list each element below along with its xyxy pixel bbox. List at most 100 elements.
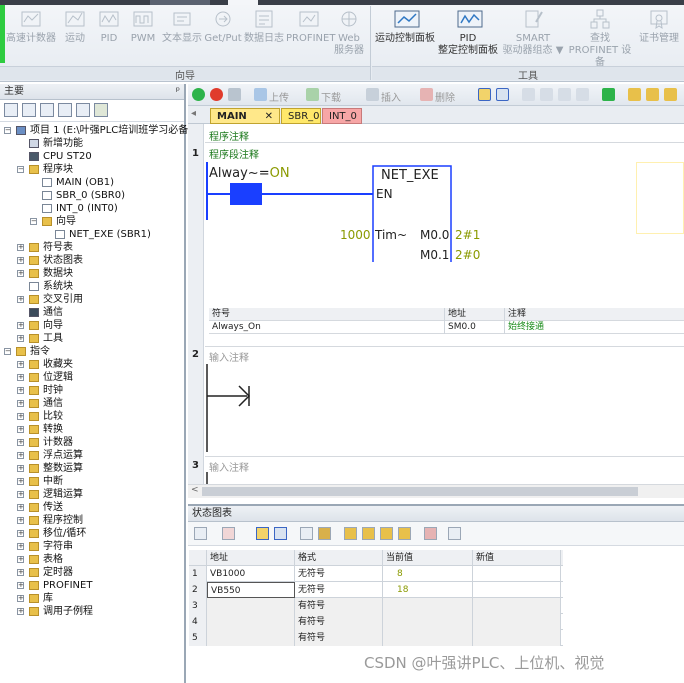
- network-1-comment[interactable]: 程序段注释: [209, 146, 259, 161]
- table-cell[interactable]: 4: [189, 614, 207, 630]
- key-icon[interactable]: [664, 88, 677, 101]
- expand-icon[interactable]: +: [17, 595, 24, 602]
- expand-icon[interactable]: +: [17, 257, 24, 264]
- upload-icon[interactable]: [254, 88, 267, 101]
- page-icon[interactable]: [58, 103, 72, 117]
- chart-monitor-icon[interactable]: [256, 527, 269, 540]
- table-cell[interactable]: 无符号: [295, 566, 383, 582]
- table-cell[interactable]: [473, 630, 561, 646]
- chart-pause-icon[interactable]: [274, 527, 287, 540]
- tree-item[interactable]: + 库: [0, 592, 184, 605]
- force-icon[interactable]: [344, 527, 357, 540]
- tree-item[interactable]: − 程序块: [0, 163, 184, 176]
- expand-icon[interactable]: +: [17, 413, 24, 420]
- read-forced-icon[interactable]: [398, 527, 411, 540]
- tree-item[interactable]: + 浮点运算: [0, 449, 184, 462]
- tree-item[interactable]: + 工具: [0, 332, 184, 345]
- tree-item[interactable]: MAIN (OB1): [0, 176, 184, 189]
- scroll-thumb[interactable]: [202, 487, 638, 496]
- pid-tuning-button[interactable]: PID 整定控制面板: [436, 8, 500, 57]
- tab-int0[interactable]: INT_0: [322, 108, 362, 124]
- tree-item[interactable]: + 字符串: [0, 540, 184, 553]
- tree-item[interactable]: + 时钟: [0, 384, 184, 397]
- table-cell[interactable]: 无符号: [295, 582, 383, 598]
- upload-label[interactable]: 上传: [269, 89, 289, 104]
- table-cell[interactable]: [207, 614, 295, 630]
- status-table-row[interactable]: 1 VB1000 无符号 8: [189, 566, 563, 582]
- table-cell[interactable]: 有符号: [295, 598, 383, 614]
- download-icon[interactable]: [306, 88, 319, 101]
- list-icon[interactable]: [22, 103, 36, 117]
- expand-icon[interactable]: +: [17, 517, 24, 524]
- tab-sbr0[interactable]: SBR_0: [281, 108, 321, 124]
- expand-icon[interactable]: +: [17, 569, 24, 576]
- tree-item[interactable]: − 指令: [0, 345, 184, 358]
- block-title[interactable]: NET_EXE: [381, 168, 439, 183]
- expand-icon[interactable]: +: [17, 556, 24, 563]
- tree-item[interactable]: + 比较: [0, 410, 184, 423]
- cpu-icon[interactable]: [94, 103, 108, 117]
- expand-icon[interactable]: +: [17, 543, 24, 550]
- high-speed-counter-button[interactable]: 高速计数器: [4, 8, 58, 45]
- expand-icon[interactable]: +: [17, 361, 24, 368]
- tool-icon-3[interactable]: [558, 88, 571, 101]
- motion-button[interactable]: 运动: [60, 8, 90, 45]
- tree-item[interactable]: + 向导: [0, 319, 184, 332]
- lock-icon[interactable]: [628, 88, 641, 101]
- tree-item[interactable]: − 项目 1 (E:\叶强PLC培训班学习必备资: [0, 124, 198, 137]
- table-cell[interactable]: 有符号: [295, 614, 383, 630]
- unforce-all-icon[interactable]: [380, 527, 393, 540]
- run-icon[interactable]: [192, 88, 205, 101]
- tree-item[interactable]: 通信: [0, 306, 184, 319]
- expand-icon[interactable]: +: [17, 270, 24, 277]
- expand-icon[interactable]: +: [17, 465, 24, 472]
- expand-icon[interactable]: +: [17, 296, 24, 303]
- table-cell[interactable]: 3: [189, 598, 207, 614]
- collapse-icon[interactable]: −: [30, 218, 37, 225]
- expand-icon[interactable]: +: [17, 400, 24, 407]
- expand-icon[interactable]: +: [17, 244, 24, 251]
- table-cell[interactable]: [473, 566, 561, 582]
- expand-icon[interactable]: +: [17, 478, 24, 485]
- status-table-row[interactable]: 4 有符号: [189, 614, 563, 630]
- unforce-icon[interactable]: [362, 527, 375, 540]
- add-row-icon[interactable]: [194, 527, 207, 540]
- tree-item[interactable]: + 位逻辑: [0, 371, 184, 384]
- tree-item[interactable]: + 程序控制: [0, 514, 184, 527]
- expand-icon[interactable]: +: [17, 608, 24, 615]
- tree-item[interactable]: + 转换: [0, 423, 184, 436]
- tool-icon-4[interactable]: [576, 88, 589, 101]
- table-cell[interactable]: [383, 614, 473, 630]
- table-cell[interactable]: 1: [189, 566, 207, 582]
- tree-item[interactable]: + PROFINET: [0, 579, 184, 592]
- tree-item[interactable]: + 中断: [0, 475, 184, 488]
- table-cell[interactable]: VB550: [207, 582, 295, 598]
- download-label[interactable]: 下载: [321, 89, 341, 104]
- expand-icon[interactable]: +: [17, 439, 24, 446]
- tree-item[interactable]: + 状态图表: [0, 254, 184, 267]
- table-cell[interactable]: 18: [383, 582, 473, 598]
- write-icon[interactable]: [318, 527, 331, 540]
- expand-icon[interactable]: +: [17, 335, 24, 342]
- table-cell[interactable]: [473, 614, 561, 630]
- tree-item[interactable]: + 定时器: [0, 566, 184, 579]
- tree-item[interactable]: + 逻辑运算: [0, 488, 184, 501]
- unlock-icon[interactable]: [646, 88, 659, 101]
- tree-item[interactable]: + 表格: [0, 553, 184, 566]
- getput-button[interactable]: Get/Put: [204, 8, 242, 45]
- details-icon[interactable]: [40, 103, 54, 117]
- options-icon[interactable]: [448, 527, 461, 540]
- editor-horizontal-scrollbar[interactable]: <: [188, 484, 684, 498]
- collapse-icon[interactable]: −: [4, 127, 11, 134]
- status-table-row[interactable]: 2 VB550 无符号 18: [189, 582, 563, 598]
- table-cell[interactable]: 8: [383, 566, 473, 582]
- goto-icon[interactable]: [602, 88, 615, 101]
- tree-item[interactable]: + 收藏夹: [0, 358, 184, 371]
- certificate-button[interactable]: 证书管理: [636, 8, 682, 45]
- pin-icon[interactable]: ᵖ: [176, 84, 180, 100]
- tree-item[interactable]: + 传送: [0, 501, 184, 514]
- motion-panel-button[interactable]: 运动控制面板: [372, 8, 438, 45]
- tree-item[interactable]: 系统块: [0, 280, 184, 293]
- tree-item[interactable]: 新增功能: [0, 137, 184, 150]
- tree-item[interactable]: + 通信: [0, 397, 184, 410]
